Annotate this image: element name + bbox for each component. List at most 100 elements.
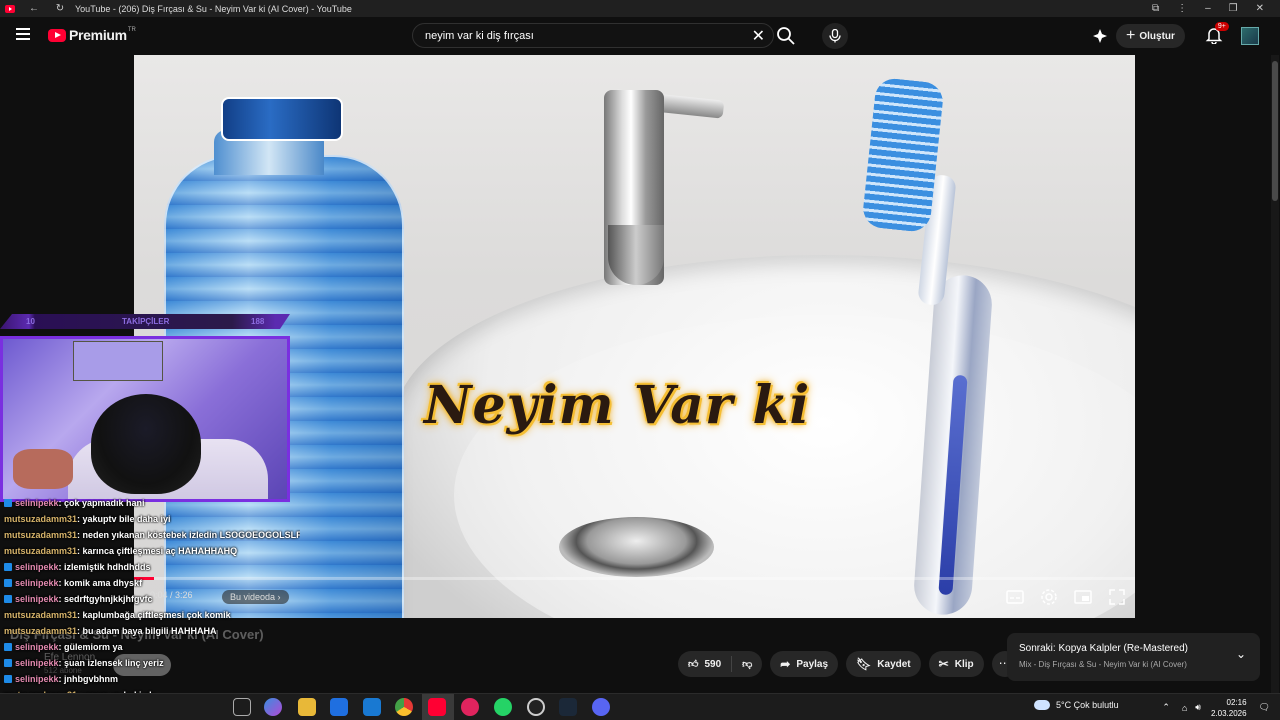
volume-icon[interactable]: 🔊︎: [1195, 702, 1201, 713]
chat-username: selinipekk: [15, 578, 59, 588]
chat-text: : yakuptv bile daha iyi: [77, 514, 171, 524]
chat-message: mutsuzadamm31: yakuptv bile daha iyi: [0, 511, 300, 527]
account-avatar[interactable]: [1240, 27, 1259, 45]
restore-button[interactable]: ❐: [1229, 3, 1238, 14]
chat-username: selinipekk: [15, 658, 59, 668]
chat-username: mutsuzadamm31: [4, 546, 78, 556]
media-player-icon[interactable]: [461, 698, 479, 716]
close-window-button[interactable]: ✕: [1256, 3, 1264, 14]
system-clock[interactable]: 02:16 2.03.2026: [1211, 697, 1247, 719]
followers-bar-label: TAKİPÇİLER: [122, 317, 170, 326]
youtube-masthead: Premium TR neyim var ki diş fırçası ✕ + …: [0, 17, 1280, 55]
faucet-spout-graphic: [608, 225, 664, 285]
window-controls: ⧉ ⋮ – ❐ ✕: [1152, 3, 1264, 14]
chat-username: mutsuzadamm31: [4, 530, 78, 540]
chat-text: : karınca çiftleşmesi aç HAHAHHAHQ: [77, 546, 238, 556]
obs-icon[interactable]: [527, 698, 545, 716]
create-label: Oluştur: [1139, 30, 1175, 42]
store-icon[interactable]: [330, 698, 348, 716]
weather-widget[interactable]: 5°C Çok bulutlu: [1034, 700, 1119, 710]
chat-badge-icon: [4, 499, 12, 507]
chat-username: mutsuzadamm31: [4, 514, 78, 524]
chat-text: : komik ama dhyskf: [58, 578, 143, 588]
page-scrollbar[interactable]: [1271, 55, 1279, 695]
chat-username: selinipekk: [15, 594, 59, 604]
discord-icon[interactable]: [592, 698, 610, 716]
browser-menu-icon[interactable]: ⋮: [1177, 3, 1187, 14]
extensions-icon[interactable]: ⧉: [1152, 3, 1159, 14]
stream-chat: selinipekk: çok yapmadık hani mutsuzadamm…: [0, 495, 300, 720]
logo-text: Premium: [69, 27, 127, 43]
system-tray: ⌃ ⌂ 🔊︎ 02:16 2.03.2026 🗨︎: [1162, 694, 1270, 720]
followers-bar: 10 TAKİPÇİLER 188: [0, 314, 290, 329]
chat-message: mutsuzadamm31: kaplumbağa çiftleşmesi ço…: [0, 607, 300, 623]
task-view-icon[interactable]: [233, 698, 251, 716]
chat-badge-icon: [4, 643, 12, 651]
player-right-controls: [1005, 587, 1127, 607]
chat-badge-icon: [4, 595, 12, 603]
back-arrow-icon[interactable]: ←: [27, 3, 41, 14]
settings-gear-icon[interactable]: [1039, 587, 1059, 607]
chat-username: selinipekk: [15, 674, 59, 684]
scissors-icon: ✂: [938, 657, 949, 671]
chat-message: mutsuzadamm31: neden yıkanan köstebek iz…: [0, 527, 300, 543]
dislike-button[interactable]: 👎︎: [732, 651, 762, 677]
chat-username: mutsuzadamm31: [4, 626, 78, 636]
youtube-app-icon[interactable]: [428, 698, 446, 716]
webcam-person-hand: [13, 449, 73, 489]
network-icon[interactable]: ⌂: [1182, 703, 1187, 713]
masthead-right: + Oluştur 9+: [1092, 22, 1259, 48]
chat-message: selinipekk: şuan izlensek linç yeriz: [0, 655, 300, 671]
chevron-down-icon[interactable]: ⌄: [1236, 647, 1246, 661]
weather-text: 5°C Çok bulutlu: [1056, 700, 1119, 710]
whatsapp-icon[interactable]: [494, 698, 512, 716]
search-input[interactable]: neyim var ki diş fırçası ✕: [412, 23, 774, 48]
chrome-icon[interactable]: [395, 698, 413, 716]
bookmark-icon: 🔖︎: [856, 657, 872, 671]
plus-icon: +: [1126, 27, 1136, 44]
chat-text: : sedrftgyhnjkkjhfgvfc: [58, 594, 153, 604]
browser-titlebar: ← ↻ YouTube - (206) Diş Fırçası & Su - N…: [0, 0, 1280, 17]
chat-message: selinipekk: çok yapmadık hani: [0, 495, 300, 511]
chat-message: selinipekk: jnhbgvbhnm: [0, 671, 300, 687]
up-next-title: Sonraki: Kopya Kalpler (Re-Mastered): [1019, 643, 1188, 654]
chat-username: selinipekk: [15, 642, 59, 652]
hamburger-menu-icon[interactable]: [16, 28, 30, 40]
copilot-icon[interactable]: [264, 698, 282, 716]
youtube-favicon-icon: [5, 4, 15, 13]
logo-region: TR: [127, 27, 136, 33]
notification-badge: 9+: [1214, 22, 1229, 31]
miniplayer-icon[interactable]: [1073, 587, 1093, 607]
sparkle-icon[interactable]: [1092, 28, 1108, 44]
subtitles-icon[interactable]: [1005, 587, 1025, 607]
share-button[interactable]: ➦ Paylaş: [770, 651, 839, 677]
notification-center-icon[interactable]: 🗨︎: [1259, 702, 1270, 713]
minimize-button[interactable]: –: [1205, 3, 1211, 14]
scrollbar-thumb[interactable]: [1272, 61, 1278, 201]
notifications-button[interactable]: 9+: [1205, 22, 1229, 46]
tray-chevron-icon[interactable]: ⌃: [1162, 702, 1170, 713]
microphone-icon: [829, 29, 841, 43]
clip-button[interactable]: ✂ Klip: [928, 651, 984, 677]
reload-icon[interactable]: ↻: [53, 3, 67, 14]
chat-text: : çok yapmadık hani: [58, 498, 145, 508]
clear-search-icon[interactable]: ✕: [752, 26, 765, 46]
file-explorer-icon[interactable]: [298, 698, 316, 716]
steam-icon[interactable]: [559, 698, 577, 716]
youtube-premium-logo[interactable]: Premium TR: [48, 27, 136, 43]
save-button[interactable]: 🔖︎ Kaydet: [846, 651, 921, 677]
fullscreen-icon[interactable]: [1107, 587, 1127, 607]
like-count: 590: [704, 658, 722, 670]
chat-text: : neden yıkanan köstebek izledin LSOGOEO…: [77, 530, 300, 540]
chat-text: : jnhbgvbhnm: [58, 674, 119, 684]
bottle-cap-graphic: [221, 97, 343, 141]
create-button[interactable]: + Oluştur: [1116, 24, 1185, 48]
like-button[interactable]: 👍︎ 590: [678, 651, 731, 677]
up-next-panel[interactable]: Sonraki: Kopya Kalpler (Re-Mastered) Mix…: [1007, 633, 1260, 681]
share-arrow-icon: ➦: [780, 657, 791, 671]
search-icon[interactable]: [776, 26, 796, 46]
windows-taskbar: 5°C Çok bulutlu ⌃ ⌂ 🔊︎ 02:16 2.03.2026 🗨…: [0, 693, 1280, 720]
thumbs-down-icon: 👎︎: [742, 659, 753, 670]
mail-icon[interactable]: [363, 698, 381, 716]
voice-search-button[interactable]: [822, 23, 848, 49]
